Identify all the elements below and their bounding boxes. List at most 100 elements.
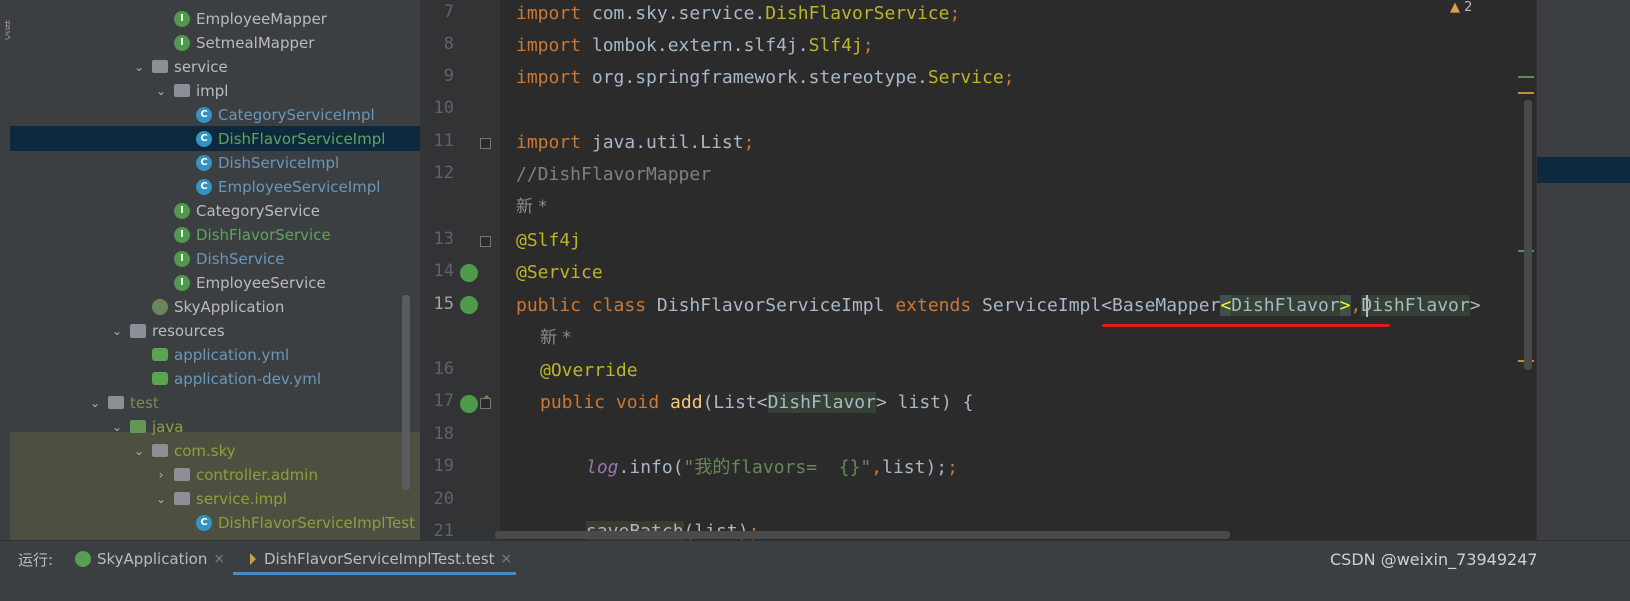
tree-row-label: DishServiceImpl — [218, 153, 340, 172]
spring-boot-icon — [75, 551, 91, 567]
tree-row[interactable]: C CategoryServiceImpl — [10, 102, 420, 127]
tree-row-label: application.yml — [174, 345, 290, 364]
interface-icon: I — [174, 202, 190, 219]
tree-row-label: service — [174, 57, 228, 76]
tree-row-label: SetmealMapper — [196, 33, 315, 52]
tree-row-label: SkyApplication — [174, 297, 285, 316]
tree-row[interactable]: ⌄ test — [10, 390, 420, 415]
tree-row[interactable]: SkyApplication — [10, 294, 420, 319]
warning-marker — [1518, 92, 1534, 94]
author-hint-2[interactable]: 新 * — [540, 322, 571, 354]
tree-row[interactable]: I CategoryService — [10, 198, 420, 223]
folder-icon — [174, 492, 190, 505]
tree-row-label: test — [130, 393, 159, 412]
tree-row-label: application-dev.yml — [174, 369, 322, 388]
tree-row-label: EmployeeServiceImpl — [218, 177, 381, 196]
folder-icon — [152, 444, 168, 457]
tree-row[interactable]: › controller.admin — [10, 462, 420, 487]
tree-row-label: resources — [152, 321, 225, 340]
tree-row-label: DishFlavorServiceImpl — [218, 129, 386, 148]
folder-icon — [108, 396, 124, 409]
project-tree[interactable]: I EmployeeMapper I SetmealMapper ⌄ service ⌄ im… — [10, 0, 420, 568]
tree-row[interactable]: ⌄ com.sky — [10, 438, 420, 463]
tree-row[interactable]: C DishFlavorServiceImpl — [10, 126, 420, 151]
chevron-right-icon[interactable]: › — [154, 468, 168, 482]
fold-marker-icon[interactable] — [480, 398, 491, 409]
tree-row[interactable]: ⌄ resources — [10, 318, 420, 343]
chevron-down-icon[interactable]: ⌄ — [154, 84, 168, 98]
line-number: 11 — [433, 131, 454, 151]
spring-bean-icon[interactable] — [460, 296, 478, 314]
line-number: 18 — [433, 424, 454, 444]
tree-row[interactable]: ⌄ service — [10, 54, 420, 79]
tree-row[interactable]: ⌄ impl — [10, 78, 420, 103]
vertical-scroll-thumb[interactable] — [1524, 100, 1532, 370]
active-tab-indicator — [233, 572, 516, 575]
tree-row[interactable]: C DishFlavorServiceImplTest — [10, 510, 420, 535]
right-panel-selection — [1537, 157, 1630, 183]
interface-icon: I — [174, 226, 190, 243]
chevron-down-icon[interactable]: ⌄ — [154, 492, 168, 506]
class-icon: C — [196, 154, 212, 171]
chevron-down-icon[interactable]: ⌄ — [88, 396, 102, 410]
line-number: 7 — [443, 2, 454, 22]
class-icon: C — [196, 178, 212, 195]
tree-row[interactable]: application.yml — [10, 342, 420, 367]
interface-icon: I — [174, 274, 190, 291]
tree-row[interactable]: I EmployeeMapper — [10, 6, 420, 31]
run-tab-skyapplication[interactable]: SkyApplication × — [75, 541, 225, 577]
tree-row[interactable]: I SetmealMapper — [10, 30, 420, 55]
fold-marker-icon[interactable] — [480, 138, 491, 149]
interface-icon: I — [174, 250, 190, 267]
line-number: 19 — [433, 456, 454, 476]
text-caret — [1366, 295, 1368, 317]
close-icon[interactable]: × — [213, 551, 225, 567]
problems-indicator[interactable]: ▲ 2 — [1450, 0, 1472, 15]
tree-row[interactable]: I EmployeeService — [10, 270, 420, 295]
tree-row[interactable]: C EmployeeServiceImpl — [10, 174, 420, 199]
tree-row[interactable]: ⌄ java — [10, 414, 420, 439]
code-line-11: import java.util.List; — [516, 132, 755, 153]
tree-row[interactable]: I DishService — [10, 246, 420, 271]
code-line-15: public class DishFlavorServiceImpl exten… — [516, 295, 1481, 316]
code-line-14: @Service — [516, 262, 603, 283]
tree-row[interactable]: C DishServiceImpl — [10, 150, 420, 175]
author-hint-1[interactable]: 新 * — [516, 191, 547, 223]
chevron-down-icon[interactable]: ⌄ — [110, 420, 124, 434]
tree-row-label: com.sky — [174, 441, 236, 460]
change-marker — [1518, 76, 1534, 78]
fold-marker-icon[interactable] — [480, 236, 491, 247]
tree-row-label: impl — [196, 81, 229, 100]
run-tool-bar: 运行: SkyApplication × DishFlavorServiceIm… — [0, 540, 1630, 601]
tree-row[interactable]: I DishFlavorService — [10, 222, 420, 247]
class-icon: C — [196, 514, 212, 531]
tree-scrollbar[interactable] — [402, 295, 410, 490]
folder-icon — [152, 60, 168, 73]
tree-row-label: DishFlavorServiceImplTest — [218, 513, 415, 532]
tree-row[interactable]: ⌄ service.impl — [10, 486, 420, 511]
spring-bean-icon[interactable] — [460, 264, 478, 282]
implements-icon[interactable] — [460, 395, 478, 413]
code-line-9: import org.springframework.stereotype.Se… — [516, 67, 1015, 88]
chevron-down-icon[interactable]: ⌄ — [132, 60, 146, 74]
yaml-file-icon — [152, 372, 168, 385]
code-editor[interactable]: import com.sky.service.DishFlavorService… — [500, 0, 1585, 568]
chevron-down-icon[interactable]: ⌄ — [132, 444, 146, 458]
right-tool-panel[interactable] — [1536, 0, 1630, 568]
close-icon[interactable]: × — [501, 551, 513, 567]
editor-horizontal-scrollbar[interactable] — [495, 531, 1230, 539]
test-run-icon — [250, 553, 256, 565]
warning-icon: ▲ — [1450, 0, 1460, 15]
red-underline-annotation — [1102, 324, 1390, 327]
code-line-8: import lombok.extern.slf4j.Slf4j; — [516, 35, 874, 56]
code-line-19: log.info("我的flavors= {}",list);; — [586, 457, 958, 478]
line-number: 13 — [433, 229, 454, 249]
tree-row-label: EmployeeService — [196, 273, 326, 292]
resources-folder-icon — [130, 323, 146, 338]
editor-gutter: 789101112131415161718192021↑ — [420, 0, 501, 568]
line-number: 10 — [433, 98, 454, 118]
tree-row[interactable]: application-dev.yml — [10, 366, 420, 391]
chevron-down-icon[interactable]: ⌄ — [110, 324, 124, 338]
tree-row-label: controller.admin — [196, 465, 318, 484]
line-number: 21 — [433, 521, 454, 541]
